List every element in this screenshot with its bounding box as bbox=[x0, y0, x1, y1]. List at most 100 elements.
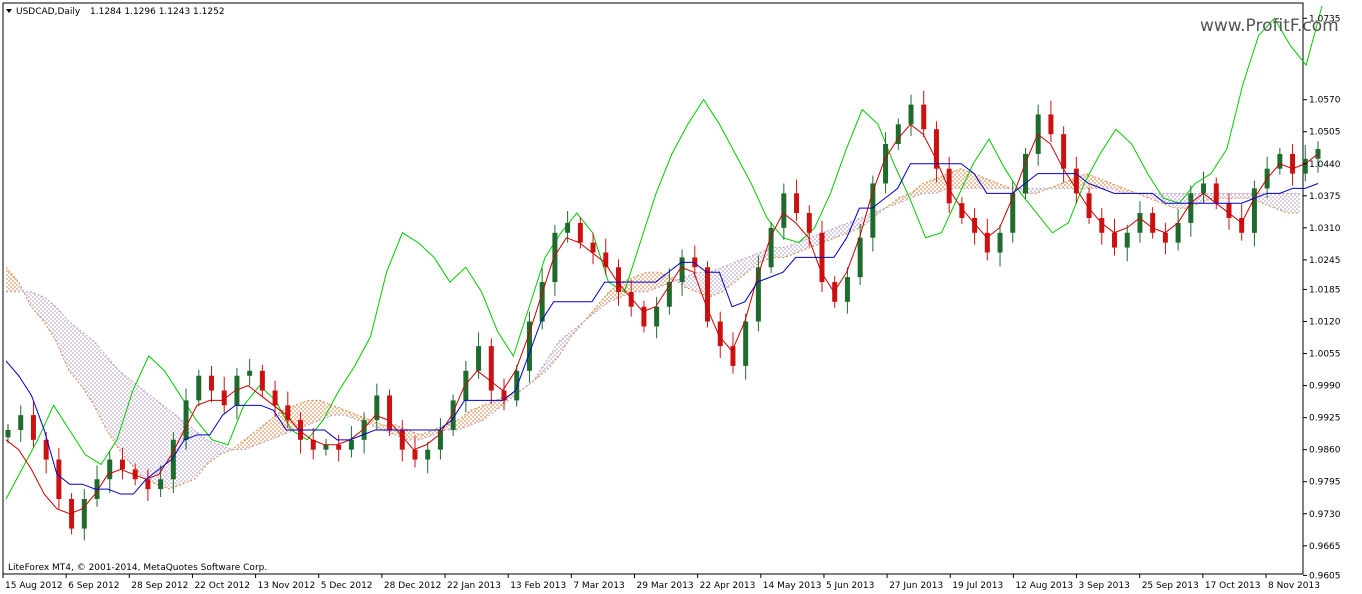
x-tick-label: 7 Mar 2013 bbox=[573, 581, 624, 591]
candle-body bbox=[196, 375, 202, 401]
x-tick-label: 25 Sep 2013 bbox=[1142, 581, 1199, 591]
candle-body bbox=[679, 257, 685, 283]
candle-body bbox=[1124, 232, 1130, 248]
candle-body bbox=[565, 222, 571, 233]
candle-body bbox=[743, 321, 749, 366]
y-tick-label: 0.9925 bbox=[1309, 414, 1341, 424]
candle-body bbox=[1099, 217, 1105, 233]
x-tick-label: 3 Sep 2013 bbox=[1079, 581, 1130, 591]
x-tick-label: 22 Oct 2012 bbox=[194, 581, 250, 591]
y-tick-label: 1.0310 bbox=[1309, 224, 1341, 234]
candle-body bbox=[921, 104, 927, 130]
x-tick-label: 27 Jun 2013 bbox=[889, 581, 943, 591]
candle-body bbox=[1226, 203, 1232, 218]
x-tick-label: 17 Oct 2013 bbox=[1205, 581, 1261, 591]
candle-body bbox=[654, 306, 660, 327]
candle-body bbox=[1150, 213, 1156, 233]
x-tick-label: 8 Nov 2013 bbox=[1268, 581, 1320, 591]
candle-body bbox=[119, 459, 125, 470]
cloud-segment bbox=[772, 247, 785, 258]
candle bbox=[768, 221, 774, 274]
candle-body bbox=[476, 346, 482, 371]
ichimoku-chart[interactable]: 1.07351.05701.05051.04401.03751.03101.02… bbox=[0, 0, 1362, 594]
candle-body bbox=[832, 282, 838, 302]
candle bbox=[387, 389, 393, 436]
candle-body bbox=[285, 405, 291, 421]
candle-body bbox=[1188, 193, 1194, 223]
candle-body bbox=[5, 429, 11, 438]
watermark: www.ProfitF.com bbox=[1200, 16, 1339, 36]
candle-body bbox=[908, 104, 914, 125]
candle-body bbox=[1213, 183, 1219, 204]
y-tick-label: 1.0055 bbox=[1309, 350, 1341, 360]
candle-body bbox=[590, 242, 596, 253]
candle-body bbox=[933, 129, 939, 169]
cloud-segment bbox=[1287, 193, 1300, 214]
candle-body bbox=[603, 252, 609, 268]
y-tick-label: 1.0505 bbox=[1309, 128, 1341, 138]
candle-body bbox=[1112, 232, 1118, 248]
candle-body bbox=[1290, 153, 1296, 174]
y-tick-label: 0.9860 bbox=[1309, 446, 1341, 456]
candle-body bbox=[387, 395, 393, 430]
candle-body bbox=[577, 222, 583, 243]
x-tick-label: 13 Feb 2013 bbox=[510, 581, 566, 591]
candle-body bbox=[399, 429, 405, 450]
x-tick-label: 14 May 2013 bbox=[763, 581, 822, 591]
candle-body bbox=[641, 306, 647, 327]
price-axis: 1.07351.05701.05051.04401.03751.03101.02… bbox=[1303, 14, 1341, 581]
candle-body bbox=[183, 400, 189, 440]
x-tick-label: 5 Jun 2013 bbox=[826, 581, 874, 591]
candle-body bbox=[1201, 183, 1207, 194]
candle-body bbox=[1010, 193, 1016, 233]
x-tick-label: 22 Jan 2013 bbox=[447, 581, 501, 591]
candle-body bbox=[81, 498, 87, 529]
candle-body bbox=[806, 213, 812, 233]
candle-body bbox=[425, 449, 431, 460]
candle-body bbox=[158, 479, 164, 490]
x-tick-label: 13 Nov 2012 bbox=[258, 581, 316, 591]
x-tick-label: 15 Aug 2012 bbox=[5, 581, 63, 591]
candle-body bbox=[883, 144, 889, 184]
x-tick-label: 5 Dec 2012 bbox=[321, 581, 373, 591]
candle-body bbox=[56, 459, 62, 499]
candle-body bbox=[272, 390, 278, 406]
candle-body bbox=[1302, 158, 1308, 174]
y-tick-label: 1.0440 bbox=[1309, 160, 1341, 170]
candle-body bbox=[348, 439, 354, 450]
y-tick-label: 1.0120 bbox=[1309, 318, 1341, 328]
cloud-segment bbox=[119, 370, 132, 465]
candle-body bbox=[107, 459, 113, 480]
y-tick-label: 1.0245 bbox=[1309, 256, 1341, 266]
candle-body bbox=[1162, 232, 1168, 243]
candle-body bbox=[259, 370, 265, 391]
candle-body bbox=[412, 449, 418, 460]
candle-body bbox=[997, 232, 1003, 253]
cloud-segment bbox=[144, 390, 157, 485]
candle-body bbox=[628, 291, 634, 307]
candle-body bbox=[1137, 213, 1143, 233]
candle-body bbox=[844, 277, 850, 302]
x-tick-label: 28 Sep 2012 bbox=[131, 581, 188, 591]
candle-body bbox=[208, 375, 214, 391]
candle-body bbox=[1048, 114, 1054, 135]
x-tick-label: 19 Jul 2013 bbox=[952, 581, 1003, 591]
candle-body bbox=[1175, 222, 1181, 243]
candle-body bbox=[781, 193, 787, 228]
copyright-label: LiteForex MT4, © 2001-2014, MetaQuotes S… bbox=[8, 563, 267, 573]
x-tick-label: 6 Sep 2012 bbox=[68, 581, 119, 591]
candle-body bbox=[247, 370, 253, 376]
x-tick-label: 28 Dec 2012 bbox=[384, 581, 442, 591]
symbol-label: USDCAD,Daily bbox=[16, 7, 81, 17]
cloud-segment bbox=[1237, 193, 1250, 199]
candle-body bbox=[615, 267, 621, 292]
candle-body bbox=[552, 232, 558, 283]
ohlc-label: 1.1284 1.1296 1.1243 1.1252 bbox=[90, 7, 225, 17]
cloud-segment bbox=[1224, 193, 1238, 199]
candle-body bbox=[30, 415, 36, 440]
candle-body bbox=[857, 237, 863, 278]
chart-window[interactable]: 1.0735 1.0570 1.0505 1.0440 1.0375 1.0310 1.02… bbox=[0, 0, 1362, 594]
candle-body bbox=[1061, 134, 1067, 169]
cloud-segment bbox=[131, 380, 145, 480]
y-tick-label: 1.0375 bbox=[1309, 192, 1341, 202]
